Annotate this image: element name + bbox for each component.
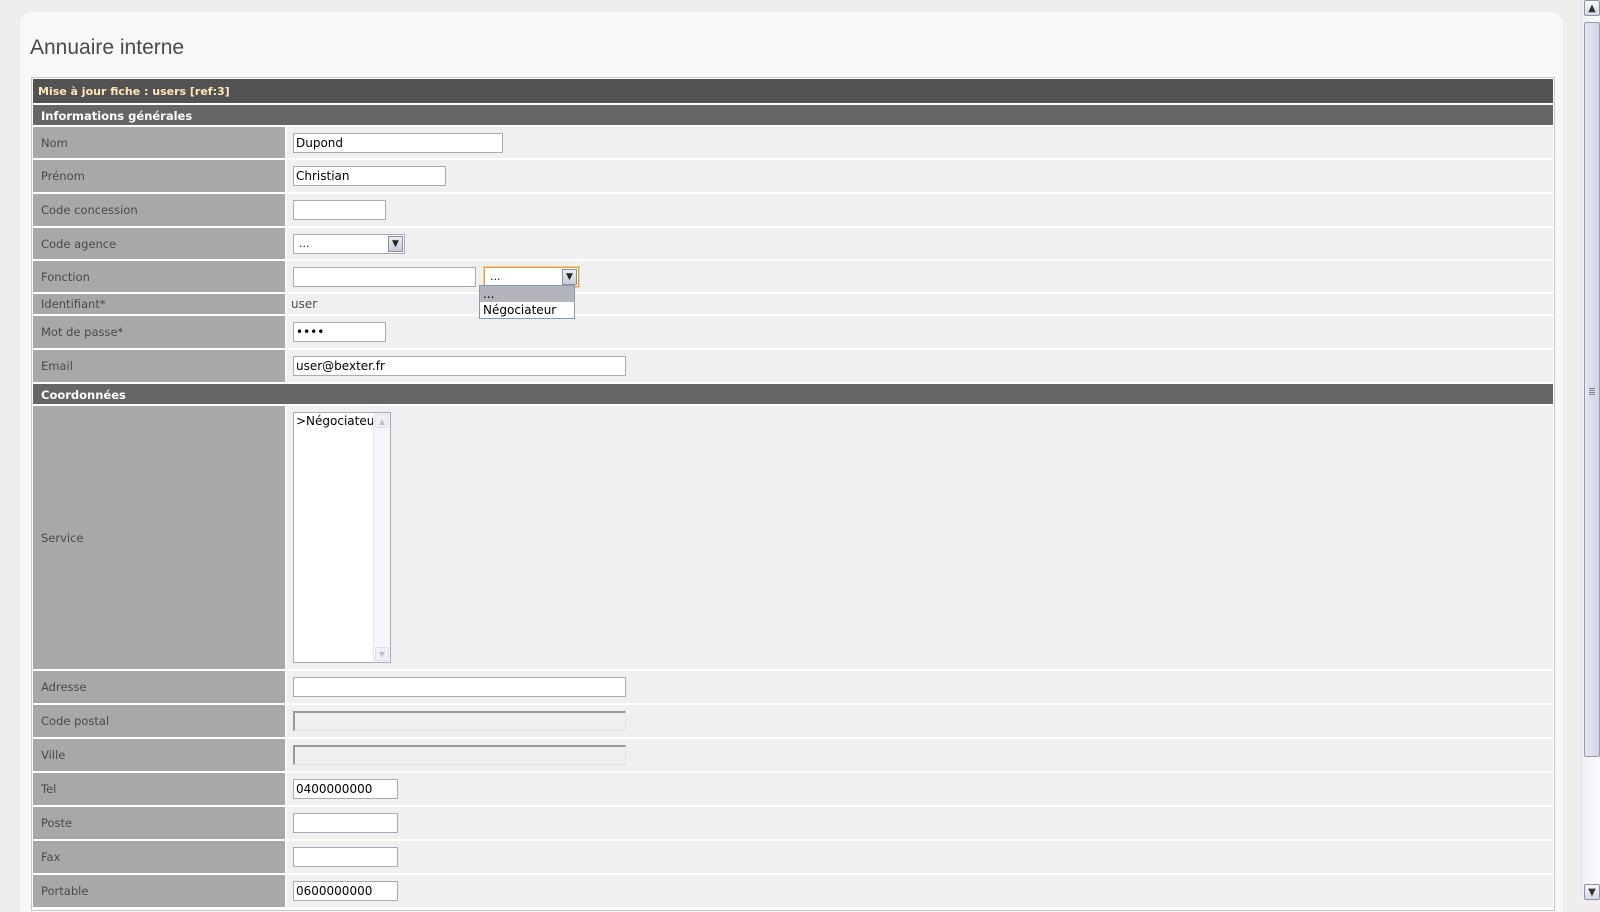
scroll-up-icon[interactable]: ▲ (375, 414, 389, 428)
ville-input (293, 745, 626, 765)
label-code-agence: Code agence (33, 228, 285, 259)
label-fax: Fax (33, 841, 285, 873)
label-identifiant: Identifiant* (33, 294, 285, 314)
label-portable: Portable (33, 875, 285, 907)
label-code-postal: Code postal (33, 705, 285, 737)
label-email: Email (33, 350, 285, 382)
row-adresse: Adresse (33, 671, 1553, 703)
email-input[interactable] (293, 356, 626, 376)
code-concession-input[interactable] (293, 200, 386, 220)
fonction-select[interactable]: ... ▼ (484, 266, 579, 287)
row-fonction: Fonction ... ▼ ... Négociateur (33, 261, 1553, 319)
row-code-postal: Code postal (33, 705, 1553, 737)
code-postal-input (293, 711, 626, 731)
password-input[interactable] (293, 322, 386, 342)
label-ville: Ville (33, 739, 285, 771)
section-header-general: Informations générales (33, 105, 1553, 125)
prenom-input[interactable] (293, 166, 446, 186)
chevron-down-icon[interactable]: ▼ (562, 268, 577, 285)
label-service: Service (33, 406, 285, 669)
row-fax: Fax (33, 841, 1553, 873)
row-mot-de-passe: Mot de passe* (33, 316, 1553, 348)
service-listbox[interactable]: >Négociateur ▲ ▼ (293, 412, 391, 663)
fonction-option[interactable]: ... (480, 286, 574, 302)
page-title: Annuaire interne (30, 36, 185, 59)
label-mot-de-passe: Mot de passe* (33, 316, 285, 348)
scroll-down-icon[interactable]: ▼ (375, 647, 389, 661)
label-prenom: Prénom (33, 160, 285, 192)
row-code-concession: Code concession (33, 194, 1553, 226)
service-scrollbar[interactable]: ▲ ▼ (373, 413, 390, 662)
section-header-coordonnees: Coordonnées (33, 384, 1553, 404)
scroll-up-icon[interactable]: ▲ (1584, 0, 1600, 16)
row-prenom: Prénom (33, 160, 1553, 192)
code-agence-select[interactable]: ... ▼ (293, 233, 405, 254)
adresse-input[interactable] (293, 677, 626, 697)
portable-input[interactable] (293, 881, 398, 901)
row-code-agence: Code agence ... ▼ (33, 228, 1553, 259)
poste-input[interactable] (293, 813, 398, 833)
nom-input[interactable] (293, 132, 503, 153)
identifiant-value: user (291, 297, 318, 311)
row-poste: Poste (33, 807, 1553, 839)
label-code-concession: Code concession (33, 194, 285, 226)
row-ville: Ville (33, 739, 1553, 771)
row-portable: Portable (33, 875, 1553, 907)
label-tel: Tel (33, 773, 285, 805)
form-header: Mise à jour fiche : users [ref:3] (33, 79, 1553, 103)
code-agence-selected: ... (299, 236, 310, 250)
label-poste: Poste (33, 807, 285, 839)
fonction-selected: ... (490, 269, 501, 283)
grip-icon (1589, 388, 1595, 395)
row-service: Service >Négociateur ▲ ▼ (33, 406, 1553, 669)
fonction-option[interactable]: Négociateur (480, 302, 574, 318)
row-nom: Nom (33, 127, 1553, 158)
row-identifiant: Identifiant* user (33, 294, 1553, 314)
scrollbar-thumb[interactable] (1584, 22, 1600, 757)
label-adresse: Adresse (33, 671, 285, 703)
page-container: Annuaire interne Mise à jour fiche : use… (20, 12, 1563, 912)
fonction-dropdown-list: ... Négociateur (479, 285, 575, 319)
tel-input[interactable] (293, 779, 398, 799)
row-tel: Tel (33, 773, 1553, 805)
row-email: Email (33, 350, 1553, 382)
user-form: Mise à jour fiche : users [ref:3] Inform… (31, 77, 1555, 911)
page-scrollbar[interactable]: ▲ ▼ (1583, 0, 1600, 900)
chevron-down-icon[interactable]: ▼ (388, 235, 403, 252)
scroll-down-icon[interactable]: ▼ (1584, 884, 1600, 900)
label-fonction: Fonction (33, 261, 285, 292)
fax-input[interactable] (293, 847, 398, 867)
label-nom: Nom (33, 127, 285, 158)
fonction-input[interactable] (293, 266, 476, 287)
